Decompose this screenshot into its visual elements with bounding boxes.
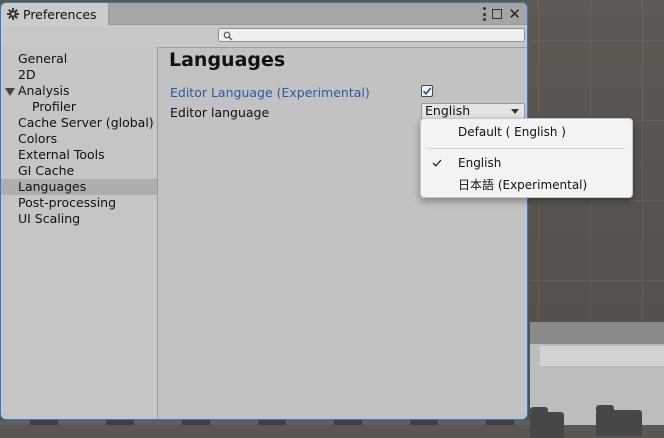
sidebar-item-label: Languages bbox=[18, 179, 87, 194]
menu-separator bbox=[429, 148, 625, 149]
sidebar-item-label: UI Scaling bbox=[18, 211, 81, 226]
bottom-strip bbox=[0, 420, 530, 425]
sidebar-item-languages[interactable]: Languages bbox=[1, 179, 157, 195]
editor-language-dropdown[interactable]: English bbox=[421, 103, 525, 119]
page-title: Languages bbox=[169, 49, 286, 71]
sidebar-item-label: Post-processing bbox=[18, 195, 117, 210]
checkmark-icon bbox=[432, 159, 442, 167]
project-panel-header bbox=[530, 322, 664, 344]
sidebar-item-label: Profiler bbox=[32, 99, 77, 114]
sidebar-item-general[interactable]: General bbox=[1, 51, 157, 67]
sidebar-item-label: Analysis bbox=[18, 83, 70, 98]
sidebar-item-label: General bbox=[18, 51, 68, 66]
dropdown-value: English bbox=[425, 103, 471, 118]
gear-icon bbox=[7, 8, 19, 20]
menu-item-english[interactable]: English bbox=[421, 153, 632, 173]
search-input[interactable] bbox=[235, 29, 515, 41]
menu-item-label: English bbox=[458, 156, 502, 170]
project-panel-toolbar bbox=[540, 346, 664, 366]
foldout-triangle-icon[interactable] bbox=[5, 88, 15, 96]
language-dropdown-menu: Default ( English ) English 日本語 (Experim… bbox=[420, 118, 633, 198]
editor-language-label: Editor language bbox=[170, 105, 270, 120]
folder-icon[interactable] bbox=[530, 407, 564, 438]
menu-item-japanese[interactable]: 日本語 (Experimental) bbox=[421, 175, 632, 195]
search-icon bbox=[223, 30, 233, 41]
sidebar-item-profiler[interactable]: Profiler bbox=[1, 99, 157, 115]
tab-preferences[interactable]: Preferences bbox=[1, 3, 109, 25]
sidebar-item-gi-cache[interactable]: GI Cache bbox=[1, 163, 157, 179]
sidebar-item-label: Cache Server (global) bbox=[18, 115, 154, 130]
window-titlebar: Preferences ✕ bbox=[1, 3, 527, 25]
sidebar-item-post-processing[interactable]: Post-processing bbox=[1, 195, 157, 211]
sidebar-item-cache-server[interactable]: Cache Server (global) bbox=[1, 115, 157, 131]
sidebar-item-label: External Tools bbox=[18, 147, 105, 162]
sidebar-item-label: GI Cache bbox=[18, 163, 75, 178]
sidebar-item-external-tools[interactable]: External Tools bbox=[1, 147, 157, 163]
sidebar-item-label: Colors bbox=[18, 131, 58, 146]
sidebar-item-ui-scaling[interactable]: UI Scaling bbox=[1, 211, 157, 227]
menu-item-default[interactable]: Default ( English ) bbox=[421, 122, 632, 142]
settings-panel: Languages Editor Language (Experimental)… bbox=[158, 47, 527, 419]
close-icon[interactable]: ✕ bbox=[508, 7, 521, 22]
preferences-window: Preferences ✕ General 2D Analysis Profil… bbox=[0, 2, 528, 420]
tab-title: Preferences bbox=[23, 6, 97, 22]
folder-icon[interactable] bbox=[596, 405, 642, 436]
experimental-language-label: Editor Language (Experimental) bbox=[170, 85, 370, 100]
window-toolbar bbox=[1, 25, 527, 48]
menu-item-label: 日本語 (Experimental) bbox=[458, 178, 588, 192]
sidebar-item-label: 2D bbox=[18, 67, 36, 82]
checkmark-icon bbox=[422, 87, 432, 96]
search-field[interactable] bbox=[218, 28, 525, 42]
sidebar-item-analysis[interactable]: Analysis bbox=[1, 83, 157, 99]
maximize-icon[interactable] bbox=[492, 9, 503, 19]
sidebar-item-colors[interactable]: Colors bbox=[1, 131, 157, 147]
experimental-language-checkbox[interactable] bbox=[421, 85, 433, 97]
sidebar-item-2d[interactable]: 2D bbox=[1, 67, 157, 83]
dropdown-arrow-icon bbox=[511, 109, 519, 114]
preferences-sidebar: General 2D Analysis Profiler Cache Serve… bbox=[1, 47, 158, 419]
kebab-menu-icon[interactable] bbox=[482, 7, 486, 21]
menu-item-label: Default ( English ) bbox=[458, 125, 566, 139]
